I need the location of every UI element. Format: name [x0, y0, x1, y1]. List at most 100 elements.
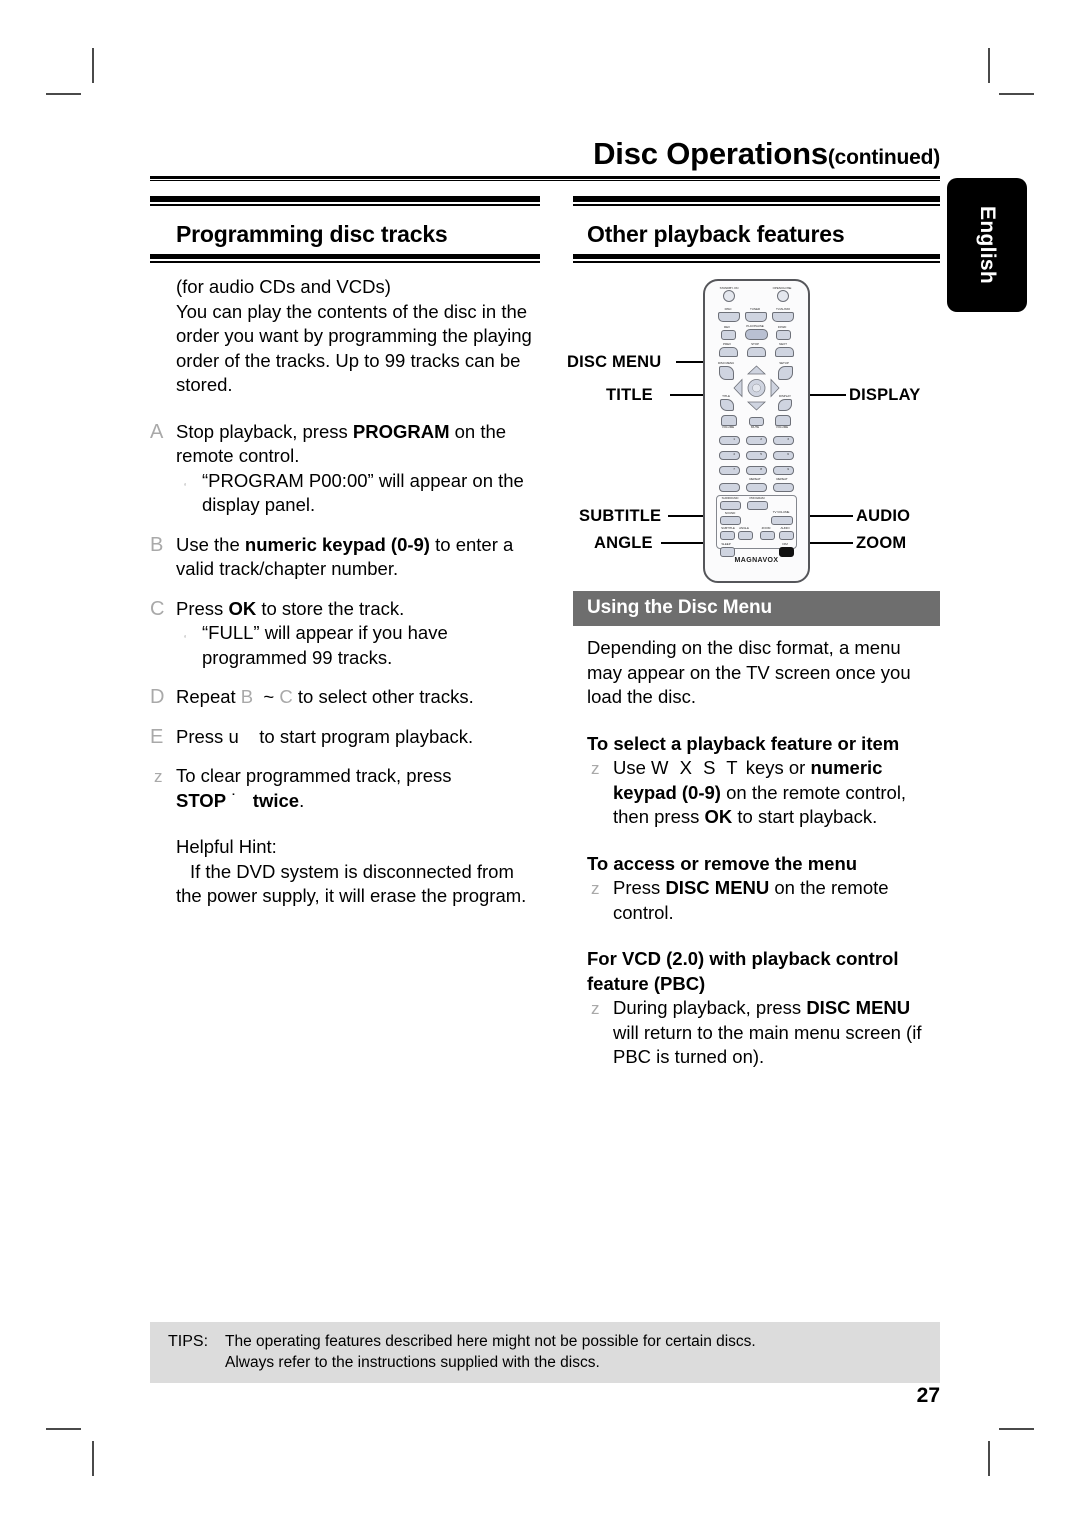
button-disc-menu[interactable]: [719, 366, 734, 380]
label-mute: MUTE: [750, 424, 760, 430]
manual-page: Disc Operations(continued) English Progr…: [0, 0, 1080, 1524]
block-2-text-1: Press: [613, 877, 666, 898]
callout-title: TITLE: [606, 386, 653, 404]
block-2-heading: To access or remove the menu: [587, 852, 858, 874]
button-repeat[interactable]: [746, 483, 767, 492]
label-rev: REV: [724, 324, 730, 330]
crop-mark-top-right-vertical: [988, 48, 990, 83]
button-tuner[interactable]: [745, 312, 767, 322]
left-body: (for audio CDs and VCDs) You can play th…: [150, 259, 540, 909]
callout-disc-menu: DISC MENU: [567, 353, 662, 371]
button-dim[interactable]: [779, 547, 794, 557]
step-e-text-before: Press: [176, 725, 229, 747]
block-1-bold-2: OK: [704, 806, 733, 827]
nav-down-icon: [746, 401, 767, 411]
step-c-bold: OK: [228, 597, 257, 619]
button-surround[interactable]: [720, 501, 741, 510]
section-heading-programming: Programming disc tracks: [150, 196, 540, 263]
z-bullet-icon: z: [591, 759, 600, 778]
label-next: NEXT: [779, 341, 787, 347]
crop-mark-top-right-horizontal: [999, 93, 1034, 95]
button-angle[interactable]: [738, 531, 753, 540]
button-program[interactable]: [747, 501, 768, 510]
button-prev[interactable]: [719, 347, 738, 357]
button-tv-volume[interactable]: [771, 516, 793, 525]
section-title-left: Programming disc tracks: [176, 221, 448, 247]
label-ffwd: FFWD: [777, 324, 787, 330]
chapter-title-continued: (continued): [827, 146, 940, 169]
button-sound[interactable]: [720, 516, 741, 525]
step-d-ref-sep: ~: [263, 686, 275, 707]
button-disc[interactable]: [718, 312, 740, 322]
step-b: B Use the numeric keypad (0-9) to enter …: [150, 533, 540, 582]
bullet-dot-icon: ‘: [184, 634, 187, 645]
right-column: Other playback features DISC MENU TITLE …: [567, 196, 940, 1070]
block-1-item: z Use W X S T keys or numeric keypad (0-…: [587, 756, 940, 830]
block-2-text: Press DISC MENU on the remote control.: [613, 876, 940, 925]
crop-mark-bottom-left-horizontal: [46, 1428, 81, 1430]
label-numeric-2: 2: [760, 436, 762, 442]
button-display[interactable]: [778, 399, 792, 411]
button-rev[interactable]: [721, 330, 736, 340]
block-select-playback: To select a playback feature or item z U…: [573, 732, 940, 830]
label-audio: AUDIO: [780, 525, 790, 531]
callout-zoom: ZOOM: [856, 534, 907, 552]
button-stop[interactable]: [747, 347, 766, 357]
label-numeric-7: 7: [733, 466, 735, 472]
step-a-sub-text: “PROGRAM P00:00” will appear on the disp…: [202, 469, 524, 516]
button-standby-on[interactable]: [723, 290, 735, 302]
chapter-title-main: Disc Operations: [593, 136, 828, 171]
crop-mark-bottom-right-vertical: [988, 1441, 990, 1476]
button-sleep[interactable]: [720, 547, 735, 557]
step-d-ref-first: B: [240, 686, 254, 707]
label-sound: SOUND: [724, 510, 736, 516]
button-play-pause[interactable]: [745, 329, 768, 340]
remote-control-diagram: DISC MENU TITLE DISPLAY SUBTITLE AUDIO A…: [567, 269, 940, 591]
block-2-bold-1: DISC MENU: [665, 877, 770, 898]
button-zoom[interactable]: [760, 531, 775, 540]
label-dim: DIM: [782, 541, 788, 547]
header-rule: [150, 176, 940, 181]
step-c: C Press OK to store the track. ‘ “FULL” w…: [150, 597, 540, 671]
callout-audio: AUDIO: [856, 507, 911, 525]
label-numeric-5: 5: [760, 451, 762, 457]
clear-note-before: To clear programmed track, press: [176, 765, 452, 786]
step-d-text-before: Repeat: [176, 686, 241, 707]
button-subtitle[interactable]: [720, 531, 735, 540]
button-audio[interactable]: [779, 531, 794, 540]
language-tab: English: [947, 178, 1027, 312]
crop-mark-top-left-vertical: [92, 48, 94, 83]
helpful-hint-label: Helpful Hint:: [176, 836, 277, 857]
button-numeric-0[interactable]: [719, 483, 740, 492]
step-a-text: Stop playback, press PROGRAM on the remo…: [176, 420, 540, 469]
button-ffwd[interactable]: [776, 330, 791, 340]
button-open-close[interactable]: [777, 290, 789, 302]
label-angle: ANGLE: [739, 525, 749, 531]
button-ok-inner: [752, 383, 761, 393]
label-display: DISPLAY: [779, 393, 791, 399]
step-c-text-after: to store the track.: [256, 597, 405, 619]
button-repeat-ab[interactable]: [773, 483, 794, 492]
tips-label: TIPS:: [168, 1333, 209, 1350]
helpful-hint: Helpful Hint: If the DVD system is disco…: [150, 835, 540, 909]
button-setup[interactable]: [778, 366, 793, 380]
label-numeric-6: 6: [787, 451, 789, 457]
step-c-marker: C: [150, 597, 165, 620]
page-title: Disc Operations(continued): [150, 136, 940, 172]
label-program: PROGRAM: [749, 495, 765, 501]
tips-line-2: Always refer to the instructions supplie…: [225, 1354, 600, 1371]
button-title[interactable]: [720, 399, 734, 411]
step-e-marker: E: [150, 725, 164, 748]
section-title-right: Other playback features: [587, 221, 845, 247]
block-3-text-2: will return to the main menu screen (if …: [613, 1021, 922, 1068]
button-next[interactable]: [775, 347, 794, 357]
button-tv-aux-di[interactable]: [772, 312, 794, 322]
z-bullet-icon: z: [591, 999, 600, 1018]
step-b-marker: B: [150, 533, 164, 556]
label-disc: DISC: [724, 306, 732, 312]
step-c-text: Press OK to store the track.: [176, 597, 540, 622]
block-3-item: z During playback, press DISC MENU will …: [587, 996, 940, 1070]
label-numeric-3: 3: [787, 436, 789, 442]
clear-program-text: To clear programmed track, press STOP ˙ …: [176, 764, 540, 813]
label-numeric-4: 4: [733, 451, 735, 457]
